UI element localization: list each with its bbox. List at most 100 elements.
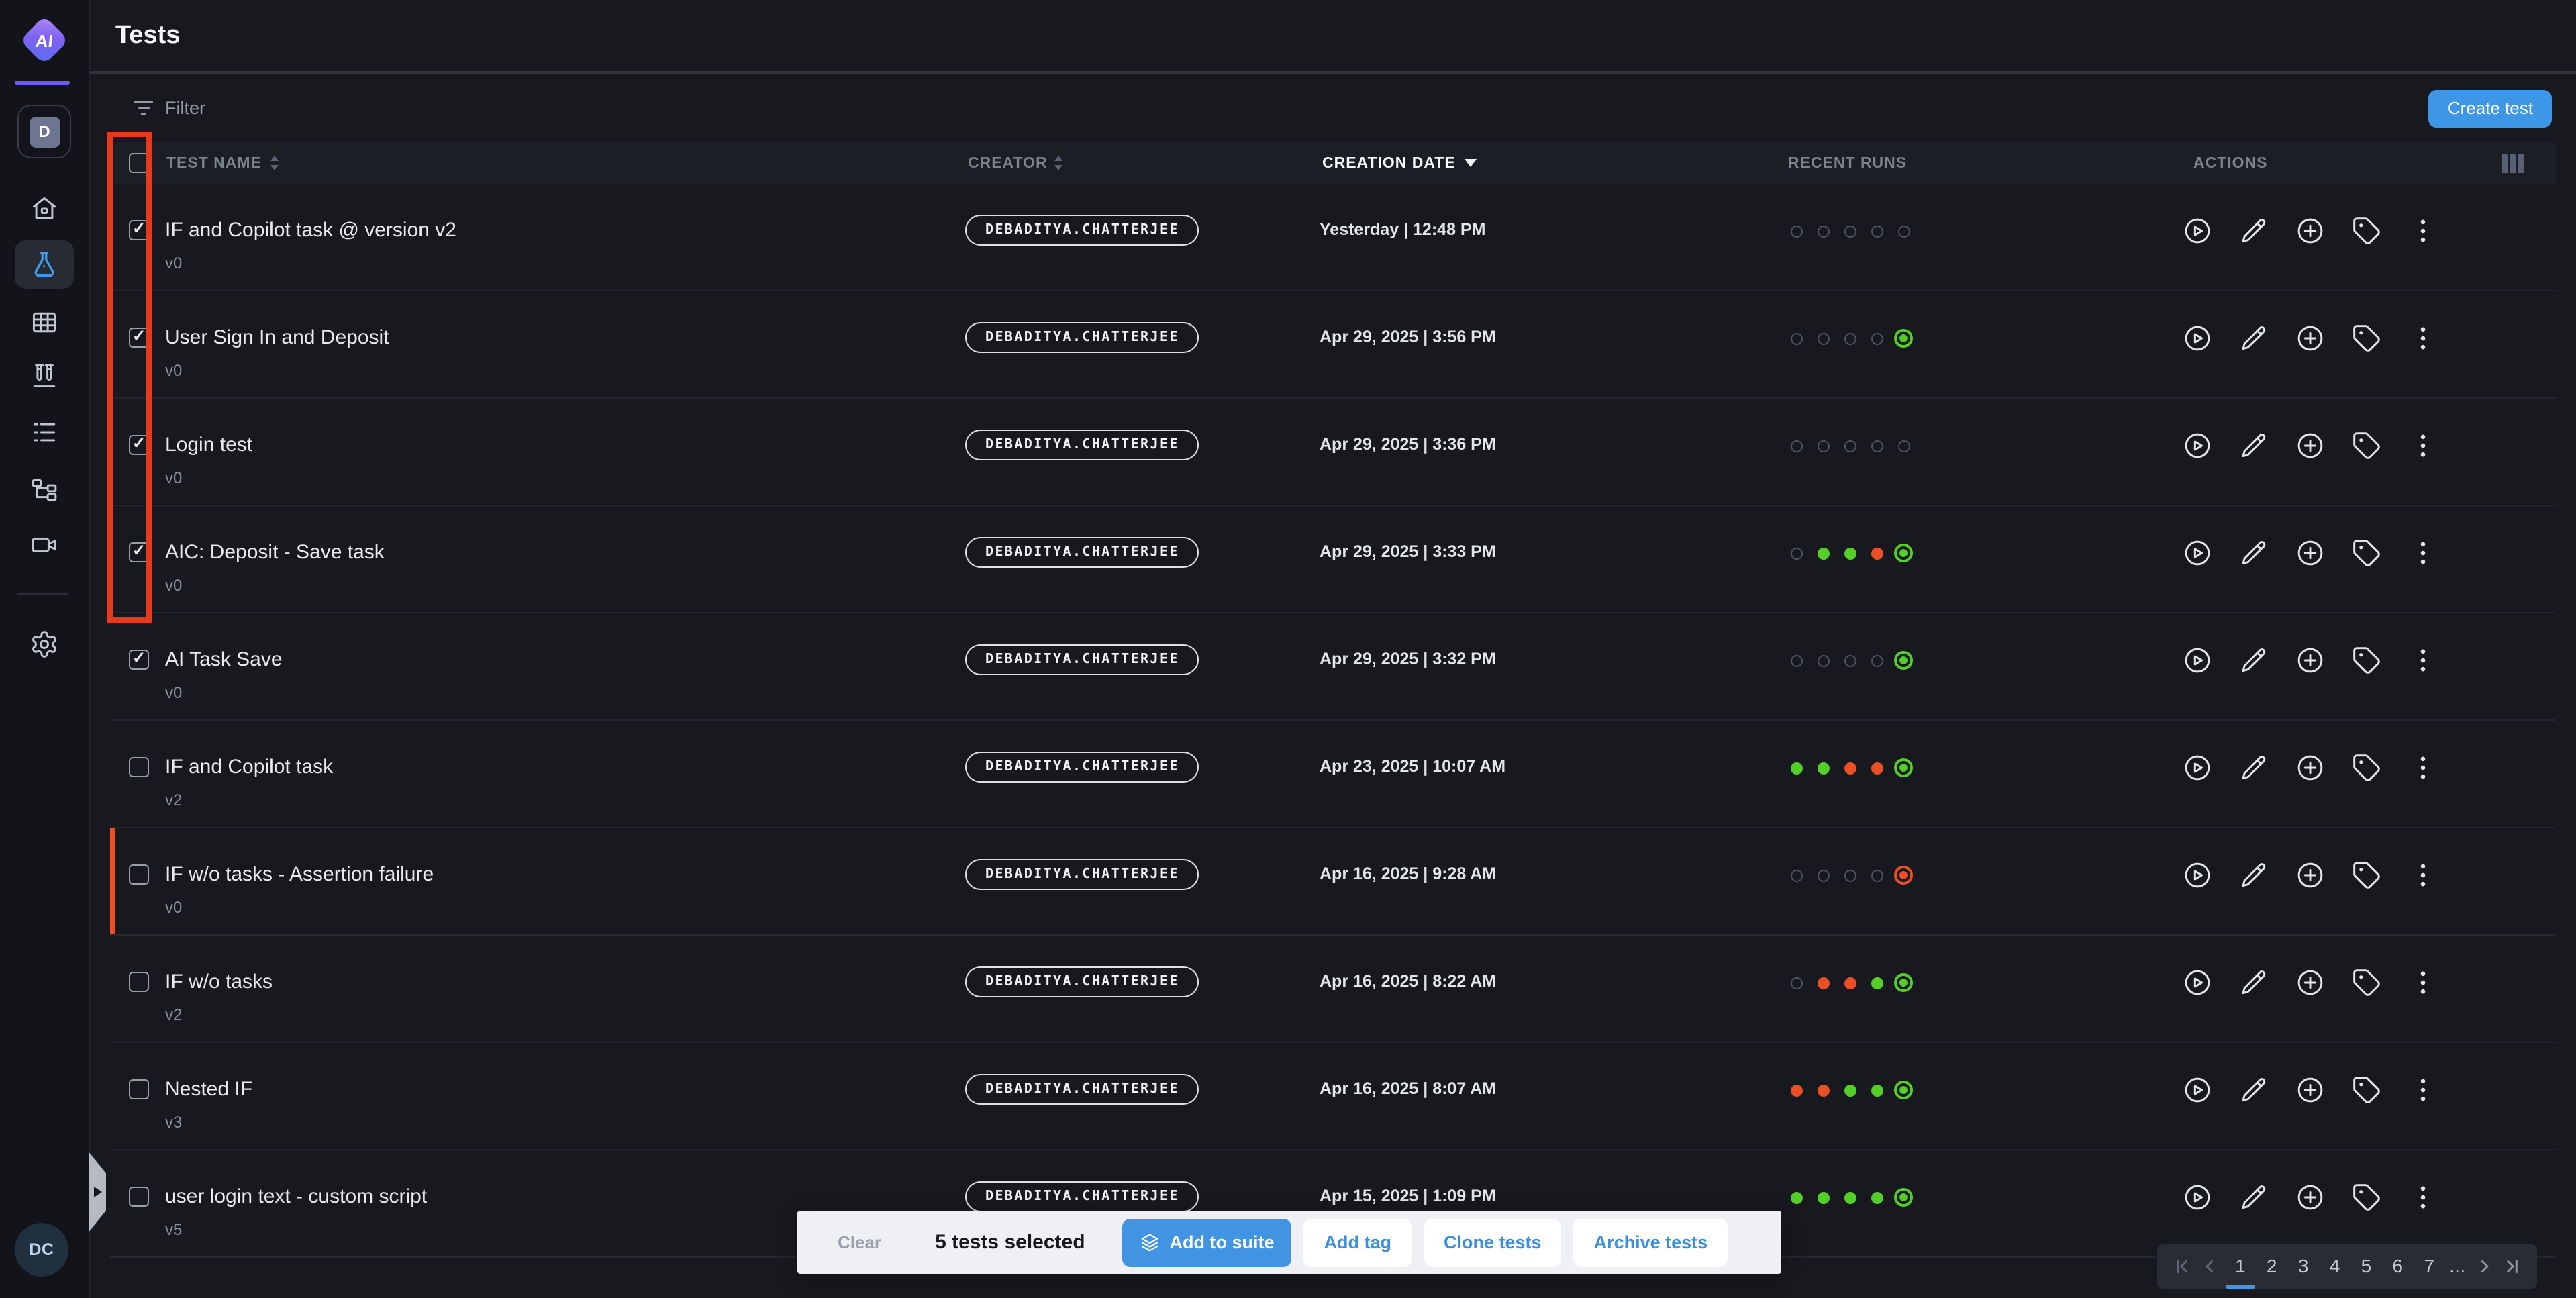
more-options-button[interactable] — [2408, 646, 2438, 675]
row-checkbox[interactable] — [129, 435, 149, 455]
add-to-suite-button[interactable] — [2295, 1183, 2325, 1212]
run-test-button[interactable] — [2183, 431, 2212, 460]
add-tag-button[interactable] — [2352, 431, 2381, 460]
clear-selection-button[interactable]: Clear — [838, 1232, 881, 1252]
test-name[interactable]: IF and Copilot task @ version v2 — [165, 219, 456, 243]
edit-test-button[interactable] — [2239, 538, 2269, 568]
more-options-button[interactable] — [2408, 753, 2438, 783]
table-row[interactable]: IF and Copilot task @ version v2 v0 DEBA… — [110, 184, 2556, 291]
run-test-button[interactable] — [2183, 753, 2212, 783]
add-to-suite-button[interactable] — [2295, 323, 2325, 353]
row-checkbox[interactable] — [129, 972, 149, 992]
more-options-button[interactable] — [2408, 968, 2438, 997]
pagination-last-button[interactable] — [2502, 1256, 2524, 1277]
edit-test-button[interactable] — [2239, 753, 2269, 783]
edit-test-button[interactable] — [2239, 1075, 2269, 1105]
add-tag-button[interactable]: Add tag — [1304, 1218, 1412, 1266]
row-checkbox[interactable] — [129, 1187, 149, 1207]
filter-button[interactable]: Filter — [134, 98, 205, 118]
more-options-button[interactable] — [2408, 538, 2438, 568]
sidebar-item-runs[interactable] — [30, 361, 59, 391]
edit-test-button[interactable] — [2239, 431, 2269, 460]
pagination-prev-button[interactable] — [2199, 1256, 2221, 1277]
row-checkbox[interactable] — [129, 757, 149, 777]
column-header-test-name[interactable]: TEST NAME — [166, 155, 279, 171]
add-to-suite-button[interactable] — [2295, 968, 2325, 997]
run-test-button[interactable] — [2183, 968, 2212, 997]
test-name[interactable]: Nested IF — [165, 1078, 252, 1102]
more-options-button[interactable] — [2408, 860, 2438, 890]
pagination-page-5[interactable]: 5 — [2354, 1244, 2378, 1289]
sidebar-item-settings[interactable] — [30, 630, 59, 659]
more-options-button[interactable] — [2408, 216, 2438, 246]
edit-test-button[interactable] — [2239, 323, 2269, 353]
sidebar-item-suites[interactable] — [30, 307, 59, 337]
run-test-button[interactable] — [2183, 1075, 2212, 1105]
table-row[interactable]: Nested IF v3 DEBADITYA.CHATTERJEE Apr 16… — [110, 1043, 2556, 1150]
add-to-suite-bulk-button[interactable]: Add to suite — [1123, 1218, 1292, 1266]
more-options-button[interactable] — [2408, 323, 2438, 353]
table-row[interactable]: AIC: Deposit - Save task v0 DEBADITYA.CH… — [110, 506, 2556, 613]
table-row[interactable]: Login test v0 DEBADITYA.CHATTERJEE Apr 2… — [110, 399, 2556, 506]
test-name[interactable]: User Sign In and Deposit — [165, 326, 389, 350]
row-checkbox[interactable] — [129, 1079, 149, 1099]
table-row[interactable]: IF w/o tasks - Assertion failure v0 DEBA… — [110, 828, 2556, 936]
edit-test-button[interactable] — [2239, 1183, 2269, 1212]
test-name[interactable]: IF w/o tasks - Assertion failure — [165, 863, 434, 887]
add-tag-button[interactable] — [2352, 860, 2381, 890]
run-test-button[interactable] — [2183, 1183, 2212, 1212]
add-to-suite-button[interactable] — [2295, 1075, 2325, 1105]
pagination-page-7[interactable]: 7 — [2417, 1244, 2441, 1289]
pagination-first-button[interactable] — [2171, 1256, 2192, 1277]
add-tag-button[interactable] — [2352, 216, 2381, 246]
sidebar-item-tasks[interactable] — [30, 417, 59, 447]
add-tag-button[interactable] — [2352, 538, 2381, 568]
test-name[interactable]: Login test — [165, 434, 252, 458]
pagination-next-button[interactable] — [2473, 1256, 2495, 1277]
user-avatar[interactable]: DC — [15, 1223, 68, 1277]
more-options-button[interactable] — [2408, 1075, 2438, 1105]
add-tag-button[interactable] — [2352, 323, 2381, 353]
row-checkbox[interactable] — [129, 328, 149, 348]
pagination-page-3[interactable]: 3 — [2291, 1244, 2316, 1289]
edit-test-button[interactable] — [2239, 646, 2269, 675]
app-logo[interactable]: AI — [20, 16, 68, 64]
table-row[interactable]: IF and Copilot task v2 DEBADITYA.CHATTER… — [110, 721, 2556, 828]
workspace-button[interactable]: D — [17, 105, 71, 158]
sidebar-item-workflows[interactable] — [30, 475, 59, 505]
add-tag-button[interactable] — [2352, 1075, 2381, 1105]
column-settings-button[interactable] — [2470, 154, 2556, 172]
add-tag-button[interactable] — [2352, 968, 2381, 997]
add-to-suite-button[interactable] — [2295, 860, 2325, 890]
archive-tests-button[interactable]: Archive tests — [1574, 1218, 1728, 1266]
edit-test-button[interactable] — [2239, 860, 2269, 890]
test-name[interactable]: user login text - custom script — [165, 1185, 427, 1209]
run-test-button[interactable] — [2183, 538, 2212, 568]
edit-test-button[interactable] — [2239, 968, 2269, 997]
more-options-button[interactable] — [2408, 431, 2438, 460]
column-header-creation-date[interactable]: CREATION DATE — [1320, 155, 1784, 171]
row-checkbox[interactable] — [129, 650, 149, 670]
clone-tests-button[interactable]: Clone tests — [1424, 1218, 1562, 1266]
run-test-button[interactable] — [2183, 323, 2212, 353]
pagination-page-4[interactable]: 4 — [2323, 1244, 2347, 1289]
add-to-suite-button[interactable] — [2295, 538, 2325, 568]
table-row[interactable]: IF w/o tasks v2 DEBADITYA.CHATTERJEE Apr… — [110, 936, 2556, 1043]
add-to-suite-button[interactable] — [2295, 216, 2325, 246]
table-row[interactable]: AI Task Save v0 DEBADITYA.CHATTERJEE Apr… — [110, 613, 2556, 721]
row-checkbox[interactable] — [129, 542, 149, 562]
row-checkbox[interactable] — [129, 220, 149, 240]
sidebar-item-recordings[interactable] — [30, 530, 59, 560]
table-row[interactable]: User Sign In and Deposit v0 DEBADITYA.CH… — [110, 291, 2556, 399]
test-name[interactable]: AIC: Deposit - Save task — [165, 541, 385, 565]
add-tag-button[interactable] — [2352, 646, 2381, 675]
add-tag-button[interactable] — [2352, 753, 2381, 783]
run-test-button[interactable] — [2183, 216, 2212, 246]
sidebar-item-home[interactable] — [30, 193, 59, 223]
run-test-button[interactable] — [2183, 646, 2212, 675]
test-name[interactable]: IF w/o tasks — [165, 970, 273, 995]
pagination-page-2[interactable]: 2 — [2260, 1244, 2284, 1289]
row-checkbox[interactable] — [129, 864, 149, 885]
more-options-button[interactable] — [2408, 1183, 2438, 1212]
pagination-page-6[interactable]: 6 — [2385, 1244, 2410, 1289]
